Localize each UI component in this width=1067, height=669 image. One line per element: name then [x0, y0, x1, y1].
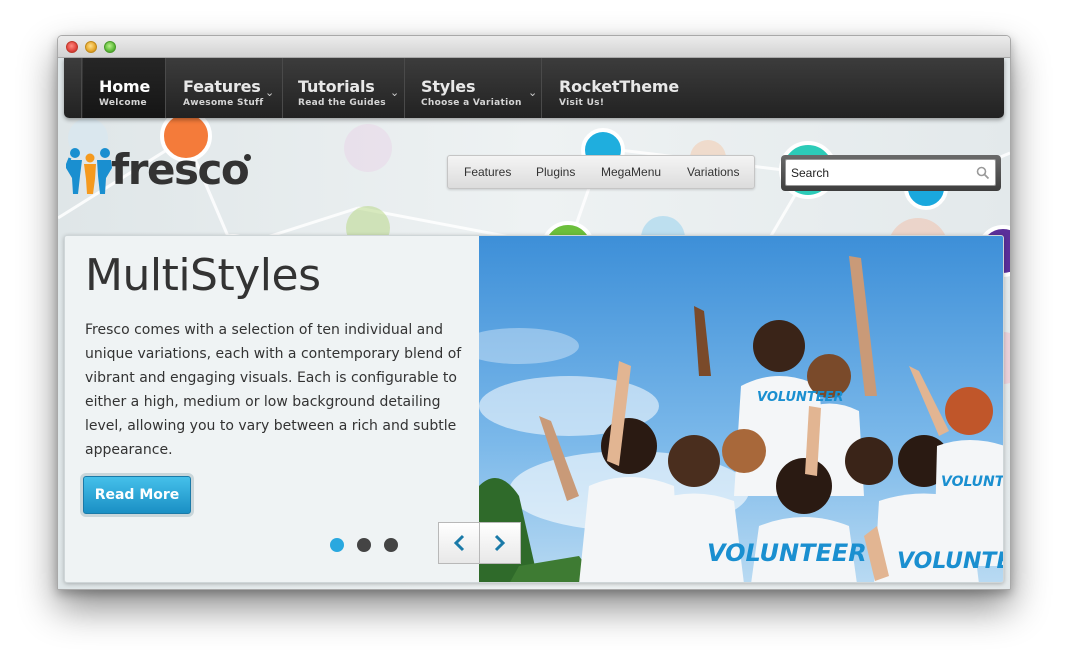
volunteers-photo: VOLUNTEER VOLUNTEER VOLUNTEER VOLUNTEER — [479, 236, 1004, 582]
nav-item-sublabel: Choose a Variation — [421, 98, 522, 108]
nav-item-sublabel: Welcome — [99, 98, 147, 108]
previous-slide-button[interactable] — [438, 522, 480, 564]
nav-divider — [165, 58, 166, 118]
slide-pagination-dot-2[interactable] — [357, 538, 371, 552]
nav-item-home[interactable]: Home Welcome — [83, 58, 165, 118]
nav-item-features[interactable]: Features Awesome Stuff ⌄ — [167, 58, 282, 118]
nav-divider — [282, 58, 283, 118]
minimize-window-button[interactable] — [85, 41, 97, 53]
chevron-left-icon — [453, 534, 465, 552]
chevron-down-icon: ⌄ — [390, 86, 400, 99]
slide-pagination-dot-1[interactable] — [330, 538, 344, 552]
fresco-logo[interactable]: fresco — [66, 142, 256, 198]
secondary-menu: Features Plugins MegaMenu Variations — [447, 155, 755, 189]
slide-photo-volunteers: VOLUNTEER VOLUNTEER VOLUNTEER VOLUNTEER — [479, 236, 1004, 582]
nav-item-styles[interactable]: Styles Choose a Variation ⌄ — [406, 58, 541, 118]
shirt-text: VOLUNTEER — [707, 539, 867, 567]
submenu-item-plugins[interactable]: Plugins — [536, 165, 575, 179]
main-navigation-bar: Home Welcome Features Awesome Stuff ⌄ Tu… — [64, 58, 1004, 118]
chevron-down-icon: ⌄ — [265, 86, 275, 99]
submenu-item-megamenu[interactable]: MegaMenu — [601, 165, 661, 179]
featured-slideshow: MultiStyles Fresco comes with a selectio… — [64, 235, 1004, 583]
shirt-text: VOLUNTEER — [757, 390, 844, 405]
nav-item-label: RocketTheme — [559, 77, 679, 96]
nav-item-sublabel: Awesome Stuff — [183, 98, 264, 108]
nav-divider — [404, 58, 405, 118]
browser-window: Home Welcome Features Awesome Stuff ⌄ Tu… — [57, 35, 1011, 590]
nav-item-sublabel: Visit Us! — [559, 98, 605, 108]
chevron-down-icon: ⌄ — [528, 86, 538, 99]
search-input[interactable] — [785, 159, 996, 186]
zoom-window-button[interactable] — [104, 41, 116, 53]
chevron-right-icon — [494, 534, 506, 552]
next-slide-button[interactable] — [479, 522, 521, 564]
nav-divider — [541, 58, 542, 118]
window-titlebar — [58, 36, 1010, 58]
nav-item-label: Features — [183, 77, 261, 96]
shirt-text: VOLUNTEER — [897, 549, 1004, 574]
nav-item-label: Home — [99, 77, 151, 96]
search-icon[interactable] — [976, 166, 990, 180]
nav-item-sublabel: Read the Guides — [298, 98, 386, 108]
nav-item-label: Styles — [421, 77, 476, 96]
submenu-item-features[interactable]: Features — [464, 165, 511, 179]
submenu-item-variations[interactable]: Variations — [687, 165, 739, 179]
nav-item-tutorials[interactable]: Tutorials Read the Guides ⌄ — [284, 58, 404, 118]
slide-text-panel: MultiStyles Fresco comes with a selectio… — [65, 236, 479, 582]
nav-item-rockettheme[interactable]: RocketTheme Visit Us! — [543, 58, 679, 118]
read-more-button[interactable]: Read More — [83, 476, 191, 514]
people-logo-icon — [66, 148, 112, 194]
search-box — [781, 155, 1001, 191]
logo-text: fresco — [111, 145, 250, 194]
nav-item-label: Tutorials — [298, 77, 375, 96]
close-window-button[interactable] — [66, 41, 78, 53]
shirt-text: VOLUNTEER — [941, 474, 1004, 490]
slide-pagination-dot-3[interactable] — [384, 538, 398, 552]
page-content: Home Welcome Features Awesome Stuff ⌄ Tu… — [58, 58, 1010, 589]
slide-description: Fresco comes with a selection of ten ind… — [85, 322, 462, 458]
nav-divider — [81, 58, 82, 118]
slide-title: MultiStyles — [85, 250, 321, 301]
logo-registered-mark — [244, 154, 251, 161]
